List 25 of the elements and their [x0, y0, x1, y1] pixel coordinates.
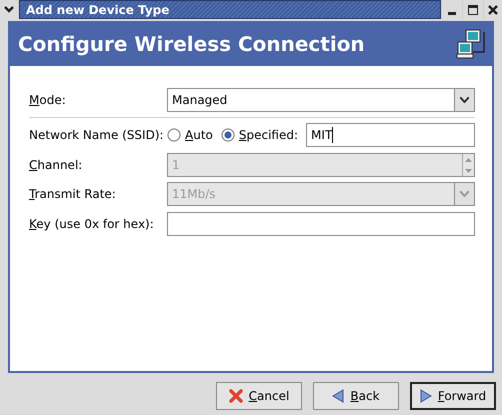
maximize-icon[interactable]: [463, 0, 483, 19]
header-title: Configure Wireless Connection: [18, 30, 365, 58]
field-label: Network Name (SSID):: [29, 127, 165, 144]
right-triangle-icon: [420, 389, 432, 403]
close-icon[interactable]: [484, 0, 502, 19]
cross-icon: [228, 389, 243, 403]
field-label: Transmit Rate:: [29, 186, 117, 203]
back-button[interactable]: Back: [313, 382, 399, 410]
field-label: Key (use 0x for hex):: [29, 216, 155, 233]
networked-computers-icon: [456, 28, 488, 60]
radio-label[interactable]: Auto: [185, 126, 213, 144]
ssid-input[interactable]: MIT: [306, 123, 475, 147]
field-label: Mode:: [29, 92, 67, 109]
key-input[interactable]: [167, 212, 475, 236]
radio-icon[interactable]: [220, 128, 235, 142]
forward-button[interactable]: Forward: [410, 382, 496, 410]
field-label: Channel:: [29, 157, 84, 174]
dropdown[interactable]: Managed: [167, 88, 475, 112]
left-triangle-icon: [332, 389, 344, 403]
cancel-button[interactable]: Cancel: [216, 382, 302, 410]
minimize-icon[interactable]: [442, 0, 462, 19]
window-title: Add new Device Type: [26, 2, 170, 18]
radio-icon[interactable]: [167, 128, 181, 142]
window-menu-icon[interactable]: [0, 0, 18, 19]
radio-label[interactable]: Specified:: [238, 126, 298, 144]
